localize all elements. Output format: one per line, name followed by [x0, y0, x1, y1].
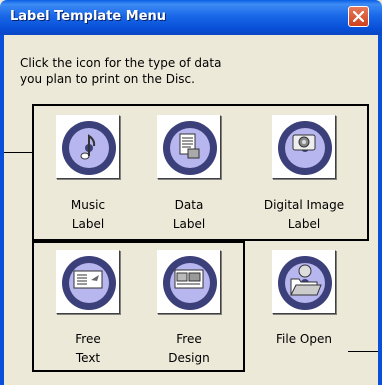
caption-line: Label: [287, 217, 321, 231]
data-disc-icon: [163, 121, 217, 175]
leader-line: [4, 152, 32, 153]
music-label-caption: Music Label: [33, 196, 143, 234]
data-label-button[interactable]: [157, 115, 221, 179]
instruction-line: Click the icon for the type of data: [20, 56, 222, 70]
free-text-button[interactable]: [56, 250, 120, 314]
free-text-disc-icon: [62, 256, 116, 310]
file-open-disc-icon: [278, 256, 332, 310]
music-label-button[interactable]: [56, 115, 120, 179]
free-design-disc-icon: [163, 256, 217, 310]
leader-line: [348, 351, 378, 352]
caption-line: Music: [70, 198, 106, 212]
data-label-caption: Data Label: [134, 196, 244, 234]
close-button[interactable]: [348, 6, 369, 27]
instruction-text: Click the icon for the type of data you …: [20, 55, 360, 87]
instruction-line: you plan to print on the Disc.: [20, 72, 195, 86]
title-bar[interactable]: Label Template Menu: [0, 0, 382, 35]
free-design-caption: Free Design: [134, 330, 244, 368]
caption-line: File Open: [276, 332, 332, 346]
music-disc-icon: [62, 121, 116, 175]
digital-image-label-button[interactable]: [272, 115, 336, 179]
file-open-caption: File Open: [249, 330, 359, 349]
caption-line: Data: [174, 198, 204, 212]
digital-image-disc-icon: [278, 121, 332, 175]
free-text-caption: Free Text: [33, 330, 143, 368]
free-design-button[interactable]: [157, 250, 221, 314]
caption-line: Free: [176, 332, 202, 346]
caption-line: Design: [168, 351, 210, 365]
file-open-button[interactable]: [272, 250, 336, 314]
caption-line: Label: [172, 217, 206, 231]
caption-line: Free: [75, 332, 101, 346]
caption-line: Label: [71, 217, 105, 231]
close-icon: [353, 11, 364, 22]
window-frame-left: [0, 35, 4, 385]
window-frame-right: [378, 35, 382, 385]
digital-image-label-caption: Digital Image Label: [249, 196, 359, 234]
window-title: Label Template Menu: [10, 9, 167, 24]
caption-line: Text: [75, 351, 101, 365]
caption-line: Digital Image: [263, 198, 345, 212]
